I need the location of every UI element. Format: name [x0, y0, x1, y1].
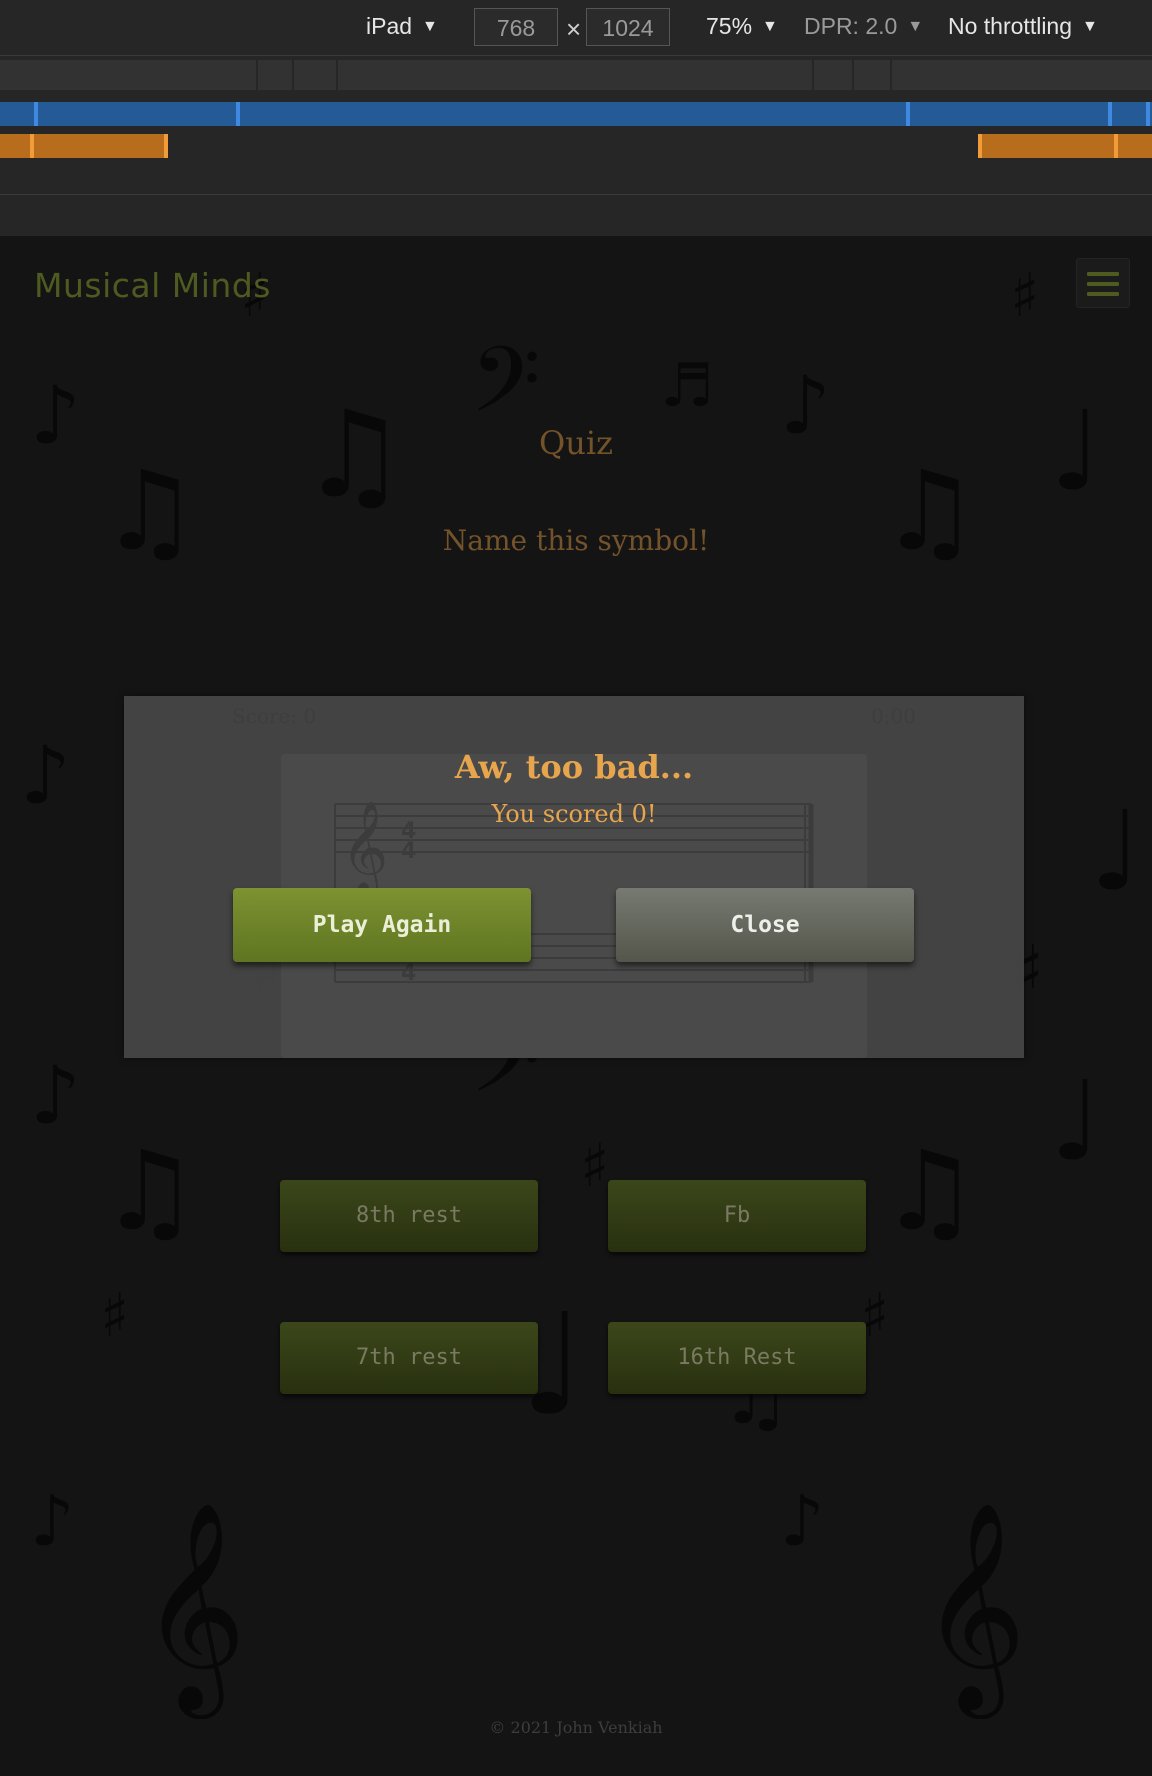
- breakpoint-marker[interactable]: [1146, 102, 1150, 126]
- quarter-note-icon: ♩: [1050, 1057, 1102, 1185]
- caret-down-icon: ▼: [762, 17, 778, 35]
- caret-down-icon: ▼: [422, 17, 438, 35]
- breakpoint-marker[interactable]: [1114, 134, 1118, 158]
- close-button[interactable]: Close: [616, 888, 914, 962]
- quarter-note-icon: ♩: [1090, 787, 1142, 915]
- breakpoint-marker[interactable]: [164, 134, 168, 158]
- media-query-ruler[interactable]: [0, 60, 1152, 92]
- width-input[interactable]: 768: [474, 8, 558, 46]
- ruler-segment[interactable]: [338, 60, 814, 90]
- svg-text:4: 4: [401, 839, 416, 864]
- zoom-select[interactable]: 75% ▼: [706, 13, 778, 40]
- breakpoint-marker[interactable]: [1108, 102, 1112, 126]
- device-select-label: iPad: [366, 13, 413, 39]
- answer-button[interactable]: 8th rest: [280, 1180, 538, 1252]
- breakpoint-marker[interactable]: [34, 102, 38, 126]
- times-icon: ×: [566, 14, 582, 44]
- hamburger-icon: [1087, 272, 1119, 276]
- ruler-segment[interactable]: [814, 60, 854, 90]
- beamed-notes-icon: ♫: [100, 1127, 199, 1255]
- modal-score: You scored 0!: [491, 800, 657, 828]
- play-again-button[interactable]: Play Again: [233, 888, 531, 962]
- ruler-segment[interactable]: [854, 60, 892, 90]
- ruler-segment[interactable]: [294, 60, 338, 90]
- dpr-select-label: DPR: 2.0: [804, 13, 898, 39]
- page-viewport: ♪ ♫ 𝄢 ♬ ♪ ♩ ♯ ♯ ♫ ♫ ♪ ♩ ♯ ♯ 𝄢 ♪ ♩ ♫ ♫ ♯ …: [0, 236, 1152, 1776]
- caret-down-icon: ▼: [907, 17, 924, 35]
- devtools-panel: iPad ▼ 768 × 1024 75% ▼ DPR: 2.0 ▼ No th…: [0, 0, 1152, 236]
- breakpoint-marker[interactable]: [236, 102, 240, 126]
- hamburger-icon: [1087, 282, 1119, 286]
- menu-toggle-button[interactable]: [1076, 258, 1130, 308]
- sharp-icon: ♯: [100, 1281, 130, 1351]
- treble-clef-icon: 𝄞: [140, 1501, 247, 1710]
- footer-copyright: © 2021 John Venkiah: [489, 1718, 663, 1737]
- page-title: Quiz: [539, 424, 613, 462]
- result-modal: Score: 0 0:00 𝄞 4 4 4 Aw, too bad... You…: [124, 696, 1024, 1058]
- question-prompt: Name this symbol!: [442, 524, 710, 557]
- hamburger-icon: [1087, 292, 1119, 296]
- height-input[interactable]: 1024: [586, 8, 670, 46]
- breakpoint-marker[interactable]: [978, 134, 982, 158]
- beamed-notes-icon: ♬: [660, 351, 714, 421]
- media-query-bar-max-width[interactable]: [0, 102, 1152, 126]
- eighth-note-icon: ♪: [20, 729, 72, 822]
- svg-text:4: 4: [401, 961, 416, 986]
- treble-clef-icon: 𝄞: [920, 1501, 1027, 1710]
- caret-down-icon: ▼: [1082, 17, 1098, 35]
- sharp-icon: ♯: [1010, 261, 1040, 331]
- throttling-select-label: No throttling: [948, 13, 1073, 39]
- zoom-select-label: 75%: [706, 13, 753, 39]
- ruler-segment[interactable]: [0, 60, 258, 90]
- device-toolbar: iPad ▼ 768 × 1024 75% ▼ DPR: 2.0 ▼ No th…: [0, 0, 1152, 56]
- eighth-note-icon: ♪: [30, 1480, 75, 1562]
- timer-label: 0:00: [871, 704, 916, 728]
- eighth-note-icon: ♪: [780, 1480, 825, 1562]
- dpr-select[interactable]: DPR: 2.0 ▼: [804, 13, 923, 40]
- answer-button[interactable]: 7th rest: [280, 1322, 538, 1394]
- sharp-icon: ♯: [580, 1131, 610, 1201]
- breakpoint-marker[interactable]: [30, 134, 34, 158]
- media-query-bar-min-width[interactable]: [978, 134, 1152, 158]
- device-select[interactable]: iPad ▼: [366, 13, 438, 40]
- answer-button[interactable]: Fb: [608, 1180, 866, 1252]
- ruler-segment[interactable]: [258, 60, 294, 90]
- answer-button[interactable]: 16th Rest: [608, 1322, 866, 1394]
- beamed-notes-icon: ♫: [880, 1127, 979, 1255]
- breakpoint-marker[interactable]: [906, 102, 910, 126]
- divider: [0, 194, 1152, 195]
- media-query-bar-min-width[interactable]: [0, 134, 168, 158]
- throttling-select[interactable]: No throttling ▼: [948, 13, 1098, 40]
- brand-logo[interactable]: Musical Minds: [34, 266, 271, 305]
- score-label: Score: 0: [232, 704, 317, 728]
- modal-title: Aw, too bad...: [454, 748, 694, 786]
- ruler-segment[interactable]: [892, 60, 1152, 90]
- eighth-note-icon: ♪: [30, 1049, 82, 1142]
